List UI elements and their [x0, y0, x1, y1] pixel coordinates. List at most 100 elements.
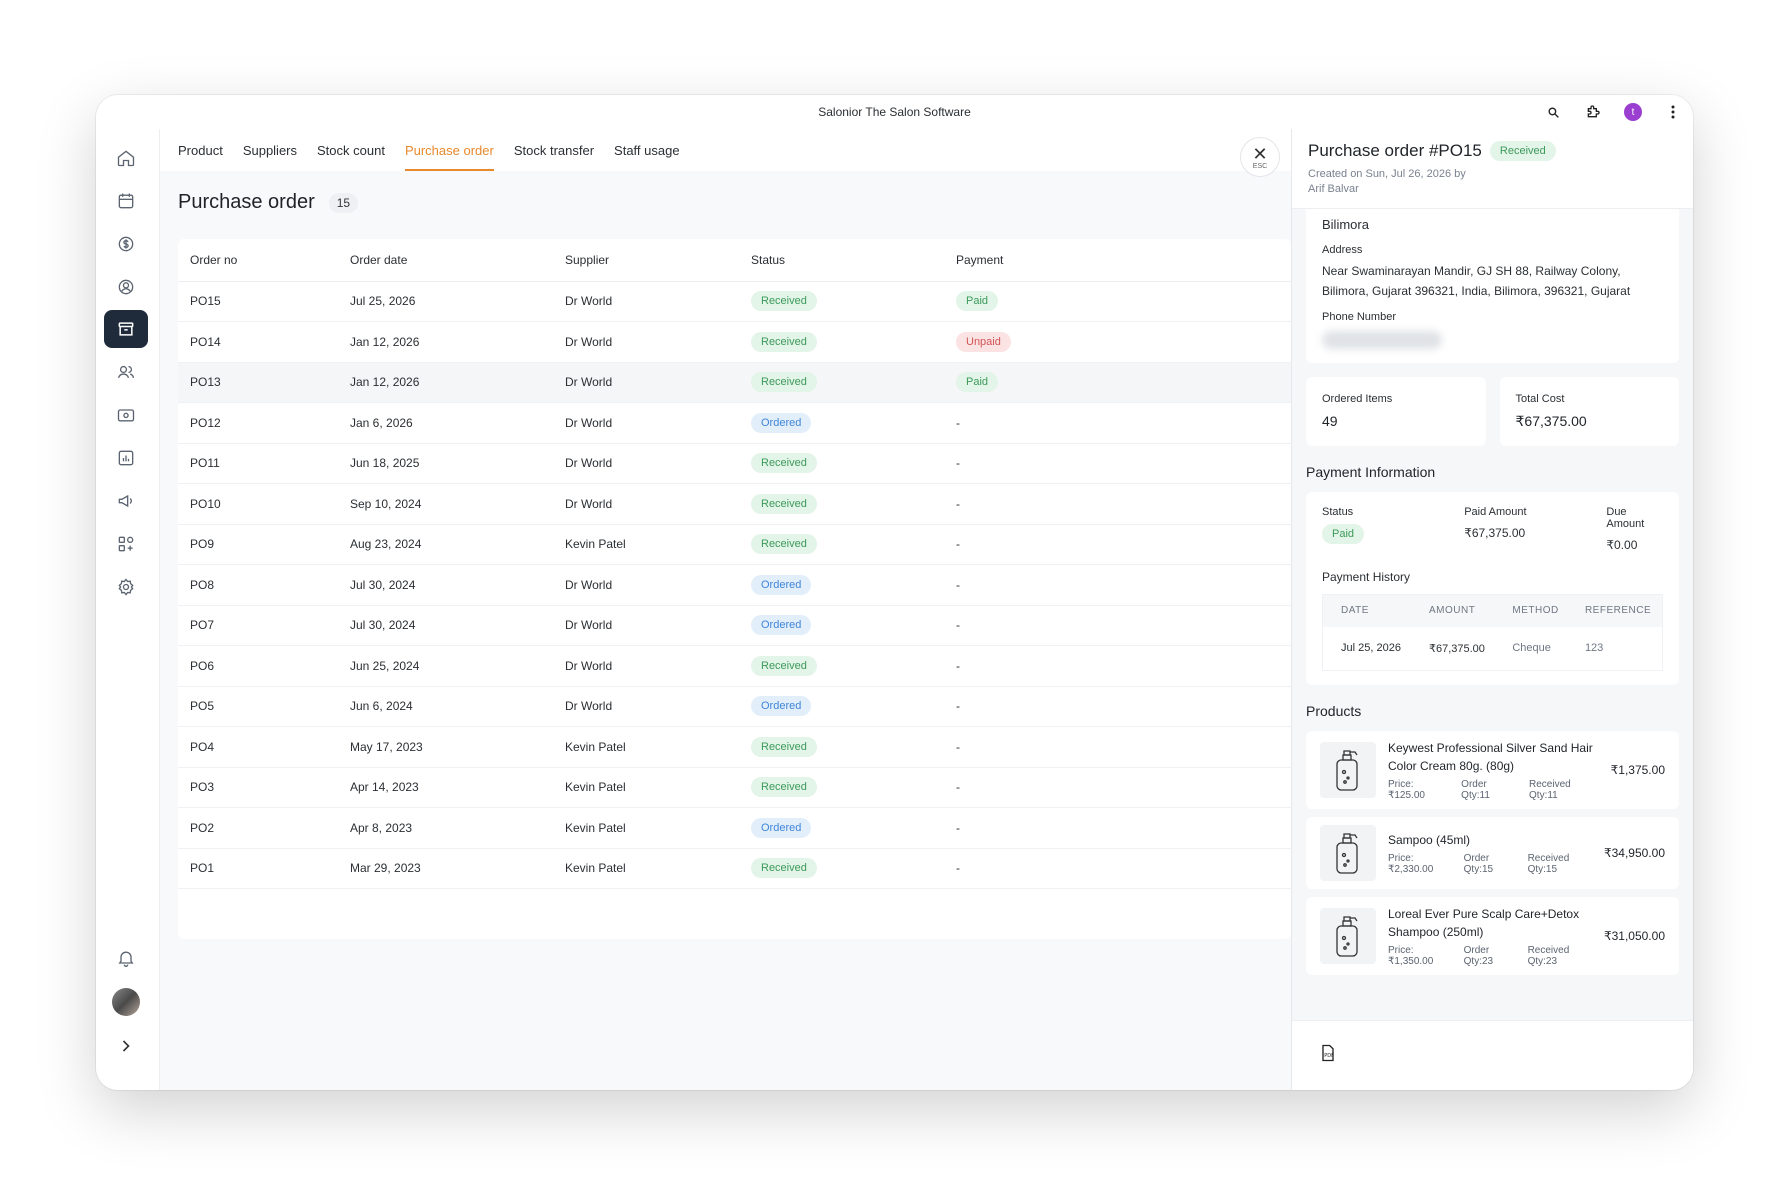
reports-icon[interactable]: [104, 439, 148, 477]
order-no-cell: PO14: [178, 321, 338, 363]
table-row[interactable]: PO2 Apr 8, 2023 Kevin Patel Ordered -: [178, 807, 1291, 849]
tab-staff-usage[interactable]: Staff usage: [614, 129, 680, 171]
payment-badge: Paid: [956, 291, 999, 312]
supplier-cell: Kevin Patel: [553, 807, 739, 849]
supplier-cell: Dr World: [553, 605, 739, 646]
supplier-cell: Dr World: [553, 564, 739, 606]
payment-value: -: [956, 496, 960, 511]
more-vertical-icon[interactable]: [1653, 95, 1693, 129]
product-received-qty: Received Qty:23: [1527, 945, 1570, 967]
supplier-cell: Kevin Patel: [553, 767, 739, 808]
bell-icon[interactable]: [104, 939, 148, 977]
history-row: Jul 25, 2026 ₹67,375.00 Cheque 123: [1323, 627, 1663, 671]
product-price: Price:₹2,330.00: [1388, 853, 1434, 875]
table-row[interactable]: PO9 Aug 23, 2024 Kevin Patel Received -: [178, 524, 1291, 565]
order-no-cell: PO6: [178, 645, 338, 687]
table-row[interactable]: PO5 Jun 6, 2024 Dr World Ordered -: [178, 686, 1291, 727]
column-header: Status: [739, 239, 944, 282]
supplier-cell: Kevin Patel: [553, 524, 739, 565]
table-row[interactable]: PO13 Jan 12, 2026 Dr World Received Paid: [178, 362, 1291, 403]
payment-info-card: Status Paid Paid Amount ₹67,375.00 Due A…: [1306, 492, 1679, 685]
table-row[interactable]: PO11 Jun 18, 2025 Dr World Received -: [178, 443, 1291, 484]
wallet-icon[interactable]: [104, 396, 148, 434]
status-badge: Received: [751, 331, 817, 352]
status-badge: Received: [751, 777, 817, 798]
supplier-cell: Dr World: [553, 281, 739, 322]
payment-value: -: [956, 861, 960, 876]
table-row[interactable]: PO14 Jan 12, 2026 Dr World Received Unpa…: [178, 321, 1291, 363]
supplier-card: Bilimora Address Near Swaminarayan Mandi…: [1306, 209, 1679, 363]
payment-value: -: [956, 537, 960, 552]
products-list: Keywest Professional Silver Sand Hair Co…: [1306, 731, 1679, 975]
product-bottle-icon: [1320, 825, 1376, 881]
payment-cell: -: [944, 402, 1291, 444]
table-row[interactable]: PO6 Jun 25, 2024 Dr World Received -: [178, 645, 1291, 687]
billing-icon[interactable]: [104, 225, 148, 263]
tab-purchase-order[interactable]: Purchase order: [404, 129, 494, 171]
payment-cell: -: [944, 686, 1291, 727]
table-row[interactable]: PO10 Sep 10, 2024 Dr World Received -: [178, 483, 1291, 525]
table-row[interactable]: PO12 Jan 6, 2026 Dr World Ordered -: [178, 402, 1291, 444]
table-row[interactable]: PO15 Jul 25, 2026 Dr World Received Paid: [178, 281, 1291, 322]
status-cell: Received: [739, 443, 944, 484]
table-row[interactable]: PO4 May 17, 2023 Kevin Patel Received -: [178, 726, 1291, 768]
tab-stock-count[interactable]: Stock count: [317, 129, 385, 171]
tab-product[interactable]: Product: [178, 129, 223, 171]
close-panel-button[interactable]: ✕ ESC: [1240, 137, 1280, 177]
tab-suppliers[interactable]: Suppliers: [243, 129, 297, 171]
payment-cell: -: [944, 605, 1291, 646]
product-price: Price:₹125.00: [1388, 779, 1425, 801]
tab-stock-transfer[interactable]: Stock transfer: [514, 129, 594, 171]
search-icon[interactable]: [1533, 95, 1573, 129]
payment-cell: Unpaid: [944, 321, 1291, 363]
client-icon[interactable]: [104, 268, 148, 306]
calendar-icon[interactable]: [104, 182, 148, 220]
product-bottle-icon: [1320, 908, 1376, 964]
table-row[interactable]: PO3 Apr 14, 2023 Kevin Patel Received -: [178, 767, 1291, 808]
status-cell: Received: [739, 362, 944, 403]
order-date-cell: Jan 6, 2026: [338, 402, 553, 444]
product-total: ₹31,050.00: [1603, 929, 1665, 943]
avatar-letter: t: [1624, 103, 1642, 121]
sidebar: [96, 129, 160, 1090]
order-date-cell: Sep 10, 2024: [338, 483, 553, 525]
order-date-cell: Apr 14, 2023: [338, 767, 553, 808]
chevron-right-icon[interactable]: [104, 1027, 148, 1065]
paid-amount-value: ₹67,375.00: [1464, 526, 1526, 540]
payment-info-title: Payment Information: [1306, 464, 1436, 480]
created-info: Created on Sun, Jul 26, 2026 by Arif Bal…: [1308, 167, 1508, 197]
status-badge: Received: [751, 736, 817, 757]
ordered-items-card: Ordered Items 49: [1306, 377, 1486, 446]
column-header: Order date: [338, 239, 553, 282]
table-row[interactable]: PO8 Jul 30, 2024 Dr World Ordered -: [178, 564, 1291, 606]
phone-value-blurred: [1322, 331, 1442, 349]
payment-value: -: [956, 820, 960, 835]
marketing-icon[interactable]: [104, 482, 148, 520]
inventory-icon[interactable]: [104, 310, 148, 348]
table-row[interactable]: PO7 Jul 30, 2024 Dr World Ordered -: [178, 605, 1291, 646]
profile-avatar[interactable]: t: [1613, 95, 1653, 129]
table-row[interactable]: PO1 Mar 29, 2023 Kevin Patel Received -: [178, 848, 1291, 889]
user-avatar[interactable]: [104, 983, 148, 1021]
window-title: Salonior The Salon Software: [818, 105, 971, 119]
paid-amount-label: Paid Amount: [1464, 506, 1527, 518]
apps-icon[interactable]: [104, 525, 148, 563]
extension-icon[interactable]: [1573, 95, 1613, 129]
table-header: Order no Order date Supplier Status Paym…: [178, 239, 1291, 282]
supplier-cell: Dr World: [553, 645, 739, 687]
phone-label: Phone Number: [1322, 311, 1396, 323]
pdf-icon[interactable]: PDF: [1318, 1043, 1338, 1068]
total-cost-value: ₹67,375.00: [1515, 413, 1587, 429]
staff-icon[interactable]: [104, 353, 148, 391]
order-date-cell: Jun 18, 2025: [338, 443, 553, 484]
created-line: Created on Sun, Jul 26, 2026 by: [1308, 168, 1466, 180]
history-header-reference: REFERENCE: [1566, 594, 1663, 627]
status-badge: Received: [751, 493, 817, 514]
history-date: Jul 25, 2026: [1341, 642, 1401, 655]
home-icon[interactable]: [104, 139, 148, 177]
payment-cell: -: [944, 726, 1291, 768]
payment-history-title: Payment History: [1322, 570, 1411, 584]
product-received-qty: Received Qty:11: [1529, 779, 1571, 801]
supplier-cell: Dr World: [553, 402, 739, 444]
settings-icon[interactable]: [104, 568, 148, 606]
